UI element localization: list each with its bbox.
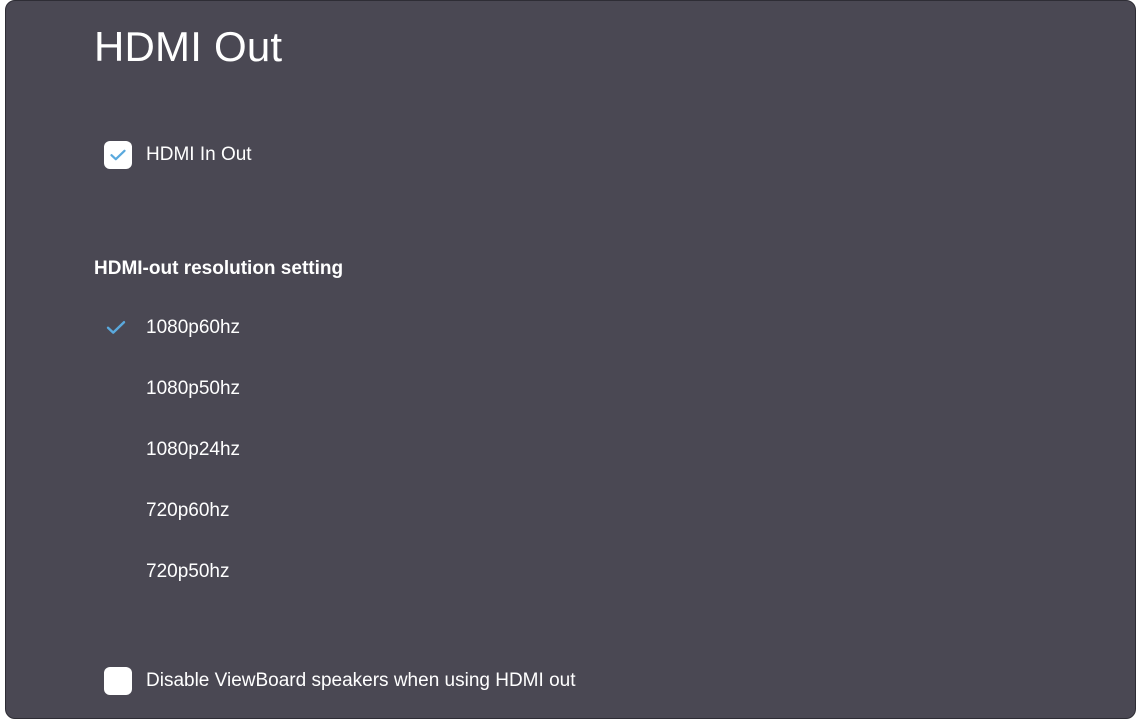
resolution-option-1080p24hz[interactable]: 1080p24hz xyxy=(106,419,240,480)
hdmi-in-out-checkbox-row[interactable]: HDMI In Out xyxy=(104,141,252,169)
resolution-option-label: 1080p60hz xyxy=(146,316,241,338)
resolution-option-label: 720p50hz xyxy=(146,560,230,582)
resolution-option-label: 720p60hz xyxy=(146,499,230,521)
checkmark-icon xyxy=(110,149,126,161)
hdmi-in-out-checkbox[interactable] xyxy=(104,141,132,169)
disable-speakers-checkbox[interactable] xyxy=(104,667,132,695)
page-title: HDMI Out xyxy=(94,23,283,70)
resolution-option-label: 1080p24hz xyxy=(146,438,241,460)
settings-panel: HDMI Out HDMI In Out HDMI-out resolution… xyxy=(5,0,1136,719)
resolution-option-720p50hz[interactable]: 720p50hz xyxy=(106,541,240,602)
resolution-option-1080p50hz[interactable]: 1080p50hz xyxy=(106,358,240,419)
resolution-options-list: 1080p60hz 1080p50hz 1080p24hz 720p60hz 7… xyxy=(106,297,240,602)
disable-speakers-label: Disable ViewBoard speakers when using HD… xyxy=(146,670,576,691)
resolution-section-heading: HDMI-out resolution setting xyxy=(94,258,344,279)
selected-checkmark-icon xyxy=(106,318,132,338)
resolution-option-1080p60hz[interactable]: 1080p60hz xyxy=(106,297,240,358)
resolution-option-label: 1080p50hz xyxy=(146,377,241,399)
hdmi-in-out-label: HDMI In Out xyxy=(146,144,252,165)
disable-speakers-checkbox-row[interactable]: Disable ViewBoard speakers when using HD… xyxy=(104,667,575,695)
resolution-option-720p60hz[interactable]: 720p60hz xyxy=(106,480,240,541)
